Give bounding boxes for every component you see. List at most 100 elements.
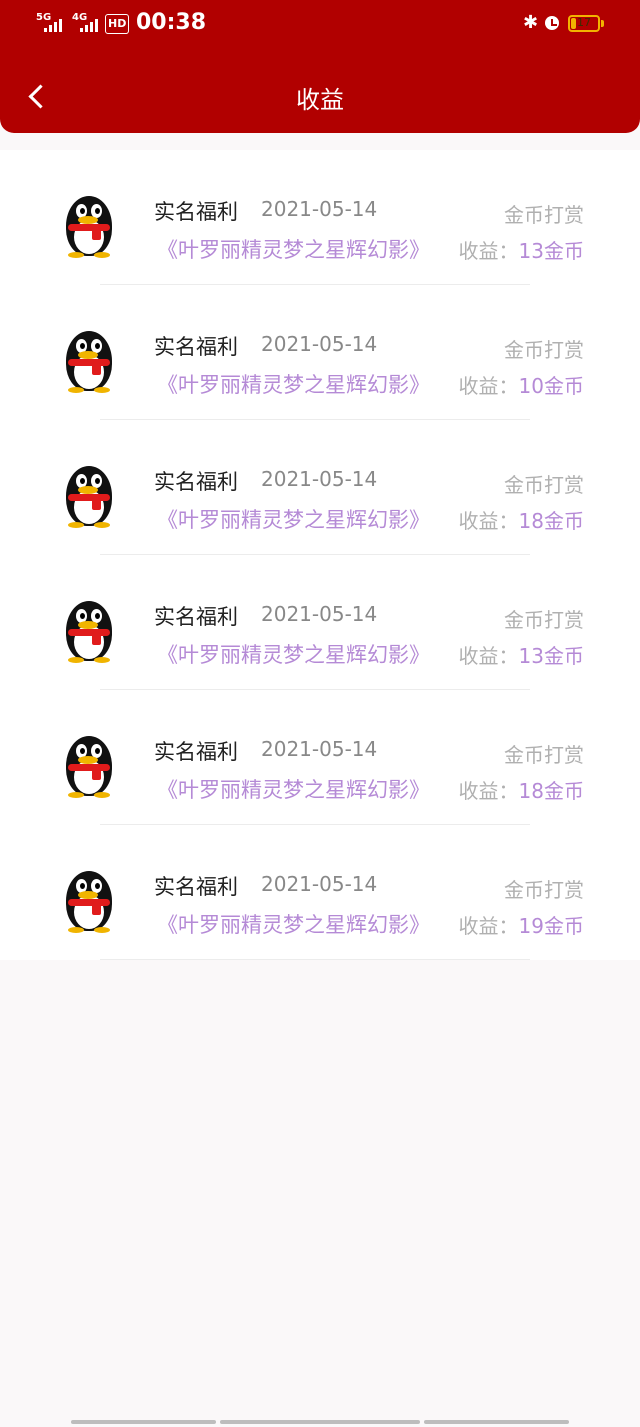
penguin-foot — [94, 387, 110, 393]
avatar — [62, 464, 120, 530]
item-type: 金币打赏 — [504, 203, 584, 227]
penguin-foot — [68, 387, 84, 393]
bluetooth-icon: ✱ — [523, 12, 539, 33]
penguin-scarf — [68, 224, 110, 231]
battery-icon: 17 — [568, 15, 600, 32]
penguin-scarf-tail — [92, 633, 101, 645]
list-item[interactable]: 实名福利 2021-05-14 金币打赏 《叶罗丽精灵梦之星辉幻影》 收益：19金币 — [0, 825, 640, 960]
list-item[interactable]: 实名福利 2021-05-14 金币打赏 《叶罗丽精灵梦之星辉幻影》 收益：10金币 — [0, 285, 640, 420]
penguin-foot — [94, 252, 110, 258]
item-book-link[interactable]: 《叶罗丽精灵梦之星辉幻影》 — [157, 369, 430, 399]
item-date: 2021-05-14 — [261, 602, 378, 626]
nav-bar-segment — [220, 1420, 420, 1424]
avatar — [62, 599, 120, 665]
earnings-label: 收益： — [458, 374, 519, 398]
item-earnings: 收益：10金币 — [459, 370, 584, 399]
item-earnings: 收益：13金币 — [459, 640, 584, 669]
item-date: 2021-05-14 — [261, 737, 378, 761]
earnings-amount: 13金币 — [518, 239, 584, 263]
battery-level: 17 — [577, 16, 591, 29]
penguin-foot — [68, 792, 84, 798]
penguin-beak — [78, 216, 98, 224]
penguin-scarf — [68, 494, 110, 501]
earnings-list: 实名福利 2021-05-14 金币打赏 《叶罗丽精灵梦之星辉幻影》 收益：13金币 实名… — [0, 150, 640, 960]
item-name: 实名福利 — [154, 875, 238, 899]
penguin-beak — [78, 891, 98, 899]
earnings-amount: 19金币 — [518, 914, 584, 938]
signal-bars-icon — [80, 16, 102, 32]
penguin-scarf-tail — [92, 228, 101, 240]
item-book-link[interactable]: 《叶罗丽精灵梦之星辉幻影》 — [157, 639, 430, 669]
avatar — [62, 734, 120, 800]
item-book-link[interactable]: 《叶罗丽精灵梦之星辉幻影》 — [157, 774, 430, 804]
item-book-link[interactable]: 《叶罗丽精灵梦之星辉幻影》 — [157, 504, 430, 534]
status-time: 00:38 — [136, 10, 207, 35]
item-date: 2021-05-14 — [261, 872, 378, 896]
signal-bars-icon — [44, 16, 66, 32]
earnings-label: 收益： — [458, 509, 519, 533]
penguin-scarf-tail — [92, 768, 101, 780]
item-earnings: 收益：19金币 — [459, 910, 584, 939]
top-header: 5G 4G HD 00:38 ✱ 17 收益 — [0, 0, 640, 133]
penguin-beak — [78, 621, 98, 629]
earnings-amount: 10金币 — [518, 374, 584, 398]
item-earnings: 收益：18金币 — [459, 505, 584, 534]
penguin-foot — [68, 927, 84, 933]
earnings-label: 收益： — [458, 239, 519, 263]
item-type: 金币打赏 — [504, 743, 584, 767]
page-title: 收益 — [296, 86, 344, 114]
earnings-label: 收益： — [458, 914, 519, 938]
avatar — [62, 329, 120, 395]
hd-label: HD — [108, 17, 127, 30]
item-date: 2021-05-14 — [261, 332, 378, 356]
item-book-link[interactable]: 《叶罗丽精灵梦之星辉幻影》 — [157, 909, 430, 939]
item-type: 金币打赏 — [504, 608, 584, 632]
item-name: 实名福利 — [154, 740, 238, 764]
penguin-scarf-tail — [92, 363, 101, 375]
earnings-label: 收益： — [458, 644, 519, 668]
item-date: 2021-05-14 — [261, 197, 378, 221]
list-item[interactable]: 实名福利 2021-05-14 金币打赏 《叶罗丽精灵梦之星辉幻影》 收益：13金币 — [0, 150, 640, 285]
penguin-foot — [94, 522, 110, 528]
penguin-scarf — [68, 359, 110, 366]
earnings-amount: 18金币 — [518, 779, 584, 803]
penguin-scarf-tail — [92, 498, 101, 510]
item-name: 实名福利 — [154, 470, 238, 494]
list-item[interactable]: 实名福利 2021-05-14 金币打赏《叶罗丽精灵梦之星辉幻影》 收益：18金币 — [0, 420, 640, 555]
list-item[interactable]: 实名福利 2021-05-14 金币打赏 《叶罗丽精灵梦之星辉幻影》 收益：18金币 — [0, 690, 640, 825]
hd-voice-icon: HD — [105, 14, 130, 34]
earnings-label: 收益： — [458, 779, 519, 803]
alarm-clock-icon — [545, 16, 559, 30]
penguin-beak — [78, 351, 98, 359]
avatar — [62, 194, 120, 260]
divider — [100, 959, 530, 960]
avatar — [62, 869, 120, 935]
item-book-link[interactable]: 《叶罗丽精灵梦之星辉幻影》 — [157, 234, 430, 264]
penguin-scarf-tail — [92, 903, 101, 915]
item-earnings: 收益：13金币 — [459, 235, 584, 264]
penguin-foot — [68, 522, 84, 528]
penguin-foot — [94, 792, 110, 798]
nav-bar-segment — [71, 1420, 216, 1424]
earnings-amount: 13金币 — [518, 644, 584, 668]
item-name: 实名福利 — [154, 200, 238, 224]
penguin-scarf — [68, 899, 110, 906]
item-type: 金币打赏 — [504, 338, 584, 362]
item-type: 金币打赏 — [504, 473, 584, 497]
status-bar: 5G 4G HD 00:38 ✱ 17 — [0, 0, 640, 50]
penguin-scarf — [68, 764, 110, 771]
battery-tip — [601, 20, 604, 27]
item-type: 金币打赏 — [504, 878, 584, 902]
penguin-foot — [68, 657, 84, 663]
penguin-scarf — [68, 629, 110, 636]
penguin-foot — [94, 927, 110, 933]
penguin-foot — [94, 657, 110, 663]
penguin-foot — [68, 252, 84, 258]
item-name: 实名福利 — [154, 605, 238, 629]
nav-bar-segment — [424, 1420, 569, 1424]
penguin-beak — [78, 486, 98, 494]
item-date: 2021-05-14 — [261, 467, 378, 491]
penguin-beak — [78, 756, 98, 764]
item-earnings: 收益：18金币 — [459, 775, 584, 804]
list-item[interactable]: 实名福利 2021-05-14 金币打赏 《叶罗丽精灵梦之星辉幻影》 收益：13金币 — [0, 555, 640, 690]
